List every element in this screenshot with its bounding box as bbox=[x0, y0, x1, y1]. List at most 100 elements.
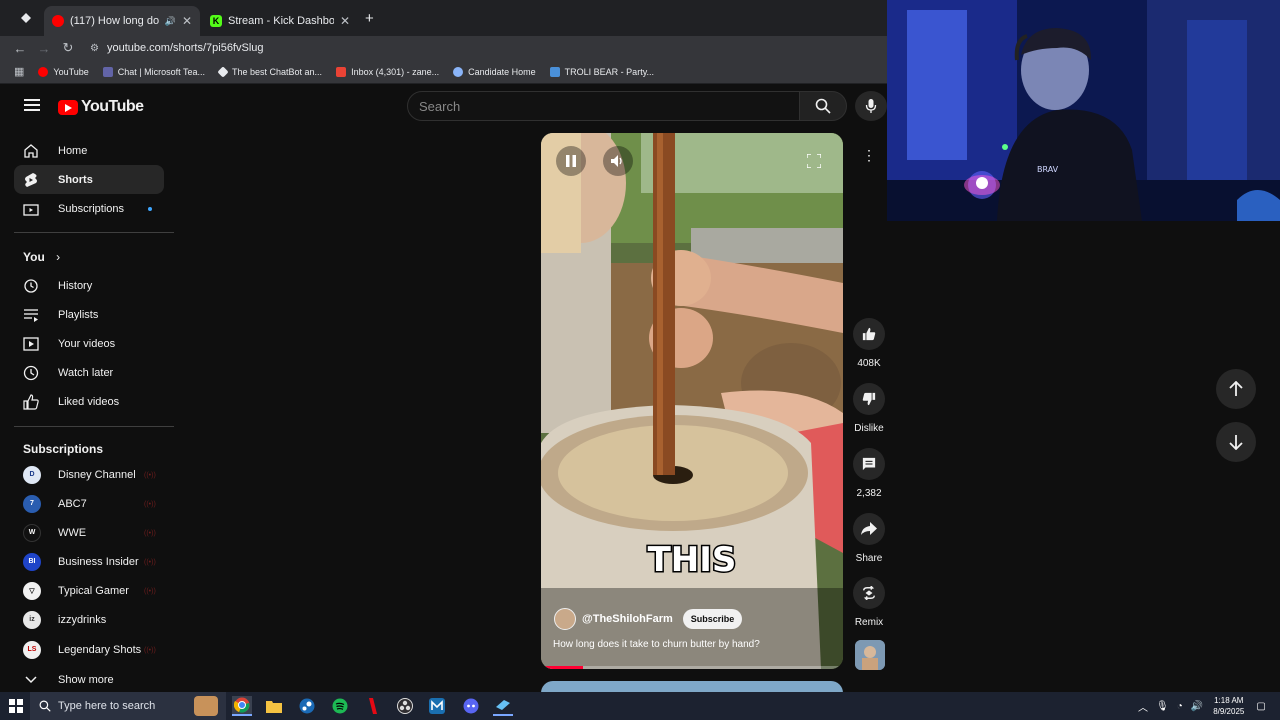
sidebar-subscription-item[interactable]: BI Business Insider ((•)) bbox=[14, 547, 164, 576]
hamburger-menu-icon[interactable] bbox=[24, 99, 40, 111]
steam-icon-2[interactable] bbox=[493, 696, 513, 716]
network-icon[interactable]: ◔ bbox=[1177, 701, 1183, 712]
volume-button[interactable] bbox=[603, 146, 633, 176]
obs-icon[interactable] bbox=[395, 696, 415, 716]
dislike-label: Dislike bbox=[854, 423, 884, 434]
chrome-taskbar-icon[interactable] bbox=[232, 696, 252, 716]
voice-search-button[interactable] bbox=[855, 91, 887, 121]
browser-menu-icon[interactable] bbox=[20, 12, 32, 24]
back-icon[interactable]: ← bbox=[8, 41, 32, 56]
sound-thumbnail[interactable] bbox=[855, 640, 885, 670]
sidebar-item-playlists[interactable]: Playlists bbox=[14, 300, 164, 329]
sidebar-item-shorts[interactable]: Shorts bbox=[14, 165, 164, 194]
windows-start-icon[interactable] bbox=[6, 696, 26, 716]
sidebar-you-heading[interactable]: You › bbox=[23, 250, 60, 264]
liked-videos-icon bbox=[23, 393, 39, 410]
sidebar-subscription-item[interactable]: LS Legendary Shots ((•)) bbox=[14, 635, 164, 664]
remix-label: Remix bbox=[854, 617, 884, 628]
sidebar-subscription-item[interactable]: iz izzydrinks bbox=[14, 605, 164, 634]
apps-grid-icon[interactable]: ▦ bbox=[14, 65, 24, 78]
previous-short-button[interactable] bbox=[1216, 369, 1256, 409]
youtube-header: YouTube Search bbox=[0, 85, 887, 129]
bookmark-label: Inbox (4,301) - zane... bbox=[351, 66, 440, 77]
bookmark-item[interactable]: YouTube bbox=[38, 66, 89, 77]
notifications-icon[interactable]: ▢ bbox=[1256, 701, 1265, 712]
address-bar[interactable]: ⚙ youtube.com/shorts/7pi56fvSlug bbox=[84, 38, 879, 58]
taskbar-search-box[interactable]: Type here to search bbox=[30, 692, 226, 720]
sidebar-item-label: Subscriptions bbox=[58, 202, 125, 215]
discord-icon[interactable] bbox=[461, 696, 481, 716]
steam-icon[interactable] bbox=[297, 696, 317, 716]
bookmark-item[interactable]: TROLI BEAR - Party... bbox=[549, 66, 654, 77]
share-button[interactable]: Share bbox=[851, 513, 887, 564]
bookmark-item[interactable]: Candidate Home bbox=[453, 66, 536, 77]
microphone-tray-icon[interactable]: 🎙 bbox=[1156, 701, 1169, 712]
spotify-icon[interactable] bbox=[330, 696, 350, 716]
search-button[interactable] bbox=[799, 91, 847, 121]
subscribe-button[interactable]: Subscribe bbox=[682, 609, 743, 629]
fullscreen-button[interactable] bbox=[799, 146, 829, 176]
new-tab-button[interactable]: + bbox=[365, 10, 374, 27]
sidebar-item-home[interactable]: Home bbox=[14, 136, 164, 165]
comments-button[interactable]: 2,382 bbox=[851, 448, 887, 499]
volume-tray-icon[interactable]: 🔊 bbox=[1191, 701, 1203, 712]
comment-count: 2,382 bbox=[856, 488, 882, 499]
search-input[interactable]: Search bbox=[407, 91, 800, 121]
chevron-right-icon: › bbox=[56, 250, 61, 264]
channel-name[interactable]: @TheShilohFarm bbox=[582, 613, 673, 625]
sidebar-item-history[interactable]: History bbox=[14, 271, 164, 300]
new-content-dot bbox=[148, 206, 152, 211]
sidebar-subscription-item[interactable]: 7 ABC7 ((•)) bbox=[14, 489, 164, 518]
tab-title: Stream - Kick Dashboard bbox=[228, 15, 334, 27]
short-video-player[interactable]: THIS @TheShilohFarm Subscribe How long d… bbox=[541, 133, 843, 669]
tray-overflow-chevron-icon[interactable]: ︿ bbox=[1138, 699, 1148, 714]
sidebar-item-watch-later[interactable]: Watch later bbox=[14, 358, 164, 387]
sidebar-item-liked-videos[interactable]: Liked videos bbox=[14, 387, 164, 416]
sidebar-subscription-item[interactable]: D Disney Channel ((•)) bbox=[14, 460, 164, 489]
webcam-overlay: BRAV bbox=[887, 0, 1280, 221]
tab-kick-dashboard[interactable]: K Stream - Kick Dashboard ✕ bbox=[202, 6, 358, 36]
bookmark-item[interactable]: The best ChatBot an... bbox=[217, 65, 323, 78]
thumbs-up-icon bbox=[862, 327, 876, 341]
tab-youtube-short[interactable]: (117) How long does it take to churn but… bbox=[44, 6, 200, 36]
sidebar-subscription-item[interactable]: ▽ Typical Gamer ((•)) bbox=[14, 576, 164, 605]
sidebar-item-label: ABC7 bbox=[58, 497, 87, 510]
pause-button[interactable] bbox=[556, 146, 586, 176]
short-title[interactable]: How long does it take to churn butter by… bbox=[553, 639, 760, 650]
clock-time: 1:18 AM bbox=[1214, 696, 1244, 705]
app-m-icon[interactable] bbox=[427, 696, 447, 716]
bookmark-item[interactable]: Inbox (4,301) - zane... bbox=[336, 66, 440, 77]
file-explorer-icon[interactable] bbox=[264, 696, 284, 716]
red-app-icon[interactable] bbox=[363, 696, 383, 716]
more-options-icon[interactable]: ⋮ bbox=[862, 148, 876, 162]
remix-button[interactable]: Remix bbox=[851, 577, 887, 628]
reload-icon[interactable]: ↻ bbox=[56, 40, 80, 56]
sidebar-subscription-item[interactable]: W WWE ((•)) bbox=[14, 518, 164, 547]
url-text[interactable]: youtube.com/shorts/7pi56fvSlug bbox=[107, 42, 264, 54]
progress-bar[interactable] bbox=[541, 666, 843, 669]
site-info-icon[interactable]: ⚙ bbox=[90, 43, 99, 54]
sidebar-item-label: Disney Channel bbox=[58, 468, 136, 481]
close-tab-icon[interactable]: ✕ bbox=[182, 14, 192, 28]
sidebar-divider bbox=[14, 426, 174, 427]
channel-avatar[interactable] bbox=[554, 608, 576, 630]
dislike-button[interactable]: Dislike bbox=[851, 383, 887, 434]
bookmark-label: YouTube bbox=[53, 66, 89, 77]
bookmark-label: The best ChatBot an... bbox=[232, 66, 323, 77]
forward-icon[interactable]: → bbox=[32, 41, 56, 56]
sidebar-show-more[interactable]: Show more bbox=[14, 665, 164, 694]
fullscreen-icon bbox=[807, 154, 821, 168]
next-short-button[interactable] bbox=[1216, 422, 1256, 462]
youtube-logo[interactable]: YouTube bbox=[58, 98, 144, 116]
sidebar-item-subscriptions[interactable]: Subscriptions bbox=[14, 194, 164, 223]
speaker-icon[interactable]: 🔊 bbox=[165, 16, 176, 27]
sidebar-item-your-videos[interactable]: Your videos bbox=[14, 329, 164, 358]
close-tab-icon[interactable]: ✕ bbox=[340, 14, 350, 28]
search-icon bbox=[815, 98, 831, 114]
sidebar-item-label: Your videos bbox=[58, 337, 116, 350]
clock-date: 8/9/2025 bbox=[1213, 707, 1245, 716]
like-button[interactable]: 408K bbox=[851, 318, 887, 369]
bookmark-item[interactable]: Chat | Microsoft Tea... bbox=[102, 66, 205, 77]
clock[interactable]: 1:18 AM 8/9/2025 bbox=[1213, 695, 1244, 717]
troli-bookmark-icon bbox=[549, 66, 560, 77]
